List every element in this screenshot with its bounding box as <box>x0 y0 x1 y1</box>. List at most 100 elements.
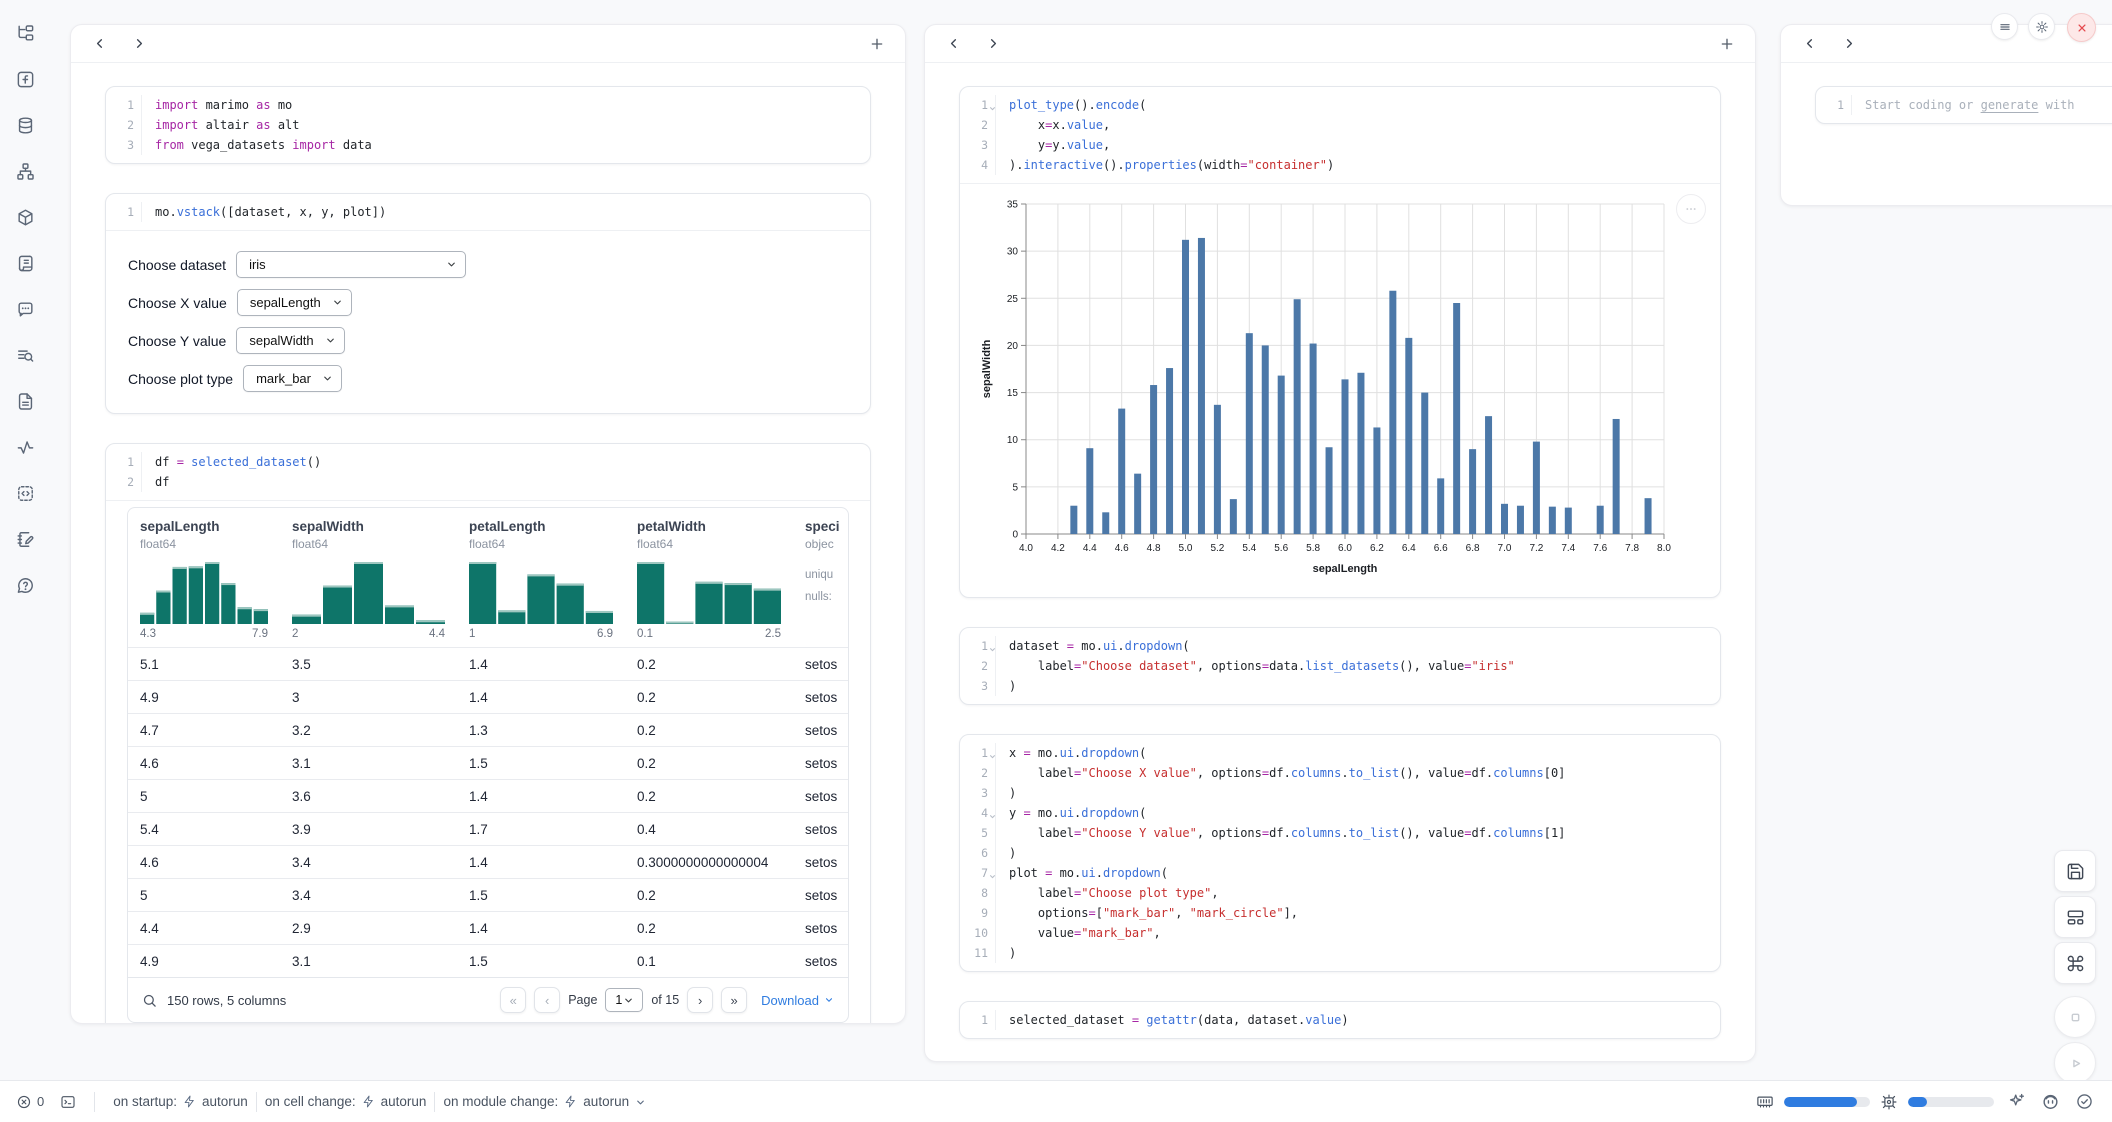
table-row[interactable]: 4.931.40.2setos <box>128 680 848 713</box>
layout-toggle-button[interactable] <box>2054 896 2096 938</box>
line-number: 1 <box>106 95 142 115</box>
column-collapse-right-button[interactable] <box>127 32 151 56</box>
next-page-button[interactable]: › <box>687 987 713 1013</box>
table-header-row: sepalLengthfloat644.37.9sepalWidthfloat6… <box>128 508 848 647</box>
code-line: 2import altair as alt <box>106 115 870 135</box>
search-icon[interactable] <box>142 993 157 1008</box>
errors-indicator[interactable]: 0 <box>16 1094 44 1110</box>
cell-output: Choose datasetirisChoose X valuesepalLen… <box>106 230 870 413</box>
add-cell-button[interactable] <box>865 32 889 56</box>
altair-bar-chart[interactable]: 4.04.24.44.64.85.05.25.45.65.86.06.26.46… <box>980 192 1680 580</box>
file-tree-icon[interactable] <box>10 18 40 48</box>
fold-chevron-icon[interactable] <box>988 640 997 649</box>
table-column-header[interactable]: sepalLengthfloat644.37.9 <box>128 519 280 640</box>
database-icon[interactable] <box>10 110 40 140</box>
code-editor[interactable]: 1plot_type().encode(2 x=x.value,3 y=y.va… <box>960 87 1720 183</box>
table-row[interactable]: 53.41.50.2setos <box>128 878 848 911</box>
notebook-pen-icon[interactable] <box>10 524 40 554</box>
save-button[interactable] <box>2054 850 2096 892</box>
settings-button[interactable] <box>2028 13 2055 40</box>
table-row[interactable]: 5.13.51.40.2setos <box>128 647 848 680</box>
terminal-button[interactable] <box>60 1094 76 1110</box>
chart-actions-button[interactable] <box>1676 194 1706 224</box>
chatbot-icon[interactable] <box>10 294 40 324</box>
table-row[interactable]: 4.42.91.40.2setos <box>128 911 848 944</box>
table-cell: 2.9 <box>280 921 457 936</box>
table-row[interactable]: 4.63.41.40.3000000000000004setos <box>128 845 848 878</box>
table-row[interactable]: 4.63.11.50.2setos <box>128 746 848 779</box>
fold-chevron-icon[interactable] <box>988 747 997 756</box>
fold-chevron-icon[interactable] <box>988 867 997 876</box>
table-row[interactable]: 53.61.40.2setos <box>128 779 848 812</box>
menu-button[interactable] <box>1991 13 2018 40</box>
fold-chevron-icon[interactable] <box>988 807 997 816</box>
dropdown-select-choose-x-value[interactable]: sepalLength <box>237 289 352 316</box>
activity-sidebar <box>0 0 50 1080</box>
table-row[interactable]: 4.93.11.50.1setos <box>128 944 848 977</box>
table-cell: 3.4 <box>280 888 457 903</box>
document-icon[interactable] <box>10 386 40 416</box>
column-collapse-right-button[interactable] <box>981 32 1005 56</box>
table-column-header[interactable]: petalWidthfloat640.12.5 <box>625 519 793 640</box>
table-cell: 4.6 <box>128 756 280 771</box>
cell-dataset-dropdown: 1dataset = mo.ui.dropdown(2 label="Choos… <box>959 627 1721 705</box>
first-page-button[interactable]: « <box>500 987 526 1013</box>
code-editor[interactable]: 1import marimo as mo2import altair as al… <box>106 87 870 163</box>
prev-page-button[interactable]: ‹ <box>534 987 560 1013</box>
table-column-header[interactable]: sepalWidthfloat6424.4 <box>280 519 457 640</box>
code-editor[interactable]: 1x = mo.ui.dropdown(2 label="Choose X va… <box>960 735 1720 971</box>
code-line: 4y = mo.ui.dropdown( <box>960 803 1720 823</box>
code-editor[interactable]: 1df = selected_dataset()2df <box>106 444 870 500</box>
editor-placeholder[interactable]: Start coding or generate with <box>1852 95 2075 115</box>
code-line: 3 y=y.value, <box>960 135 1720 155</box>
run-button[interactable] <box>2054 1042 2096 1084</box>
page-select[interactable]: 1 <box>605 988 643 1012</box>
help-icon[interactable] <box>10 570 40 600</box>
close-button[interactable] <box>2067 13 2096 42</box>
scroll-icon[interactable] <box>10 248 40 278</box>
fold-chevron-icon[interactable] <box>988 99 997 108</box>
autorun-setting-1[interactable]: on startup:autorun <box>113 1094 248 1109</box>
dropdown-select-choose-y-value[interactable]: sepalWidth <box>236 327 344 354</box>
code-editor[interactable]: 1Start coding or generate with <box>1816 87 2112 123</box>
code-text: import altair as alt <box>142 115 300 135</box>
table-column-header[interactable]: speciobjecuniqunulls: <box>793 519 848 640</box>
line-number: 1 <box>960 743 996 763</box>
workflow-icon[interactable] <box>10 156 40 186</box>
code-line: 1plot_type().encode( <box>960 95 1720 115</box>
code-line: 9 options=["mark_bar", "mark_circle"], <box>960 903 1720 923</box>
dropdown-select-choose-plot-type[interactable]: mark_bar <box>243 365 342 392</box>
svg-text:7.8: 7.8 <box>1625 543 1639 554</box>
column-collapse-left-button[interactable] <box>941 32 965 56</box>
ai-sparkles-button[interactable] <box>2004 1090 2028 1114</box>
last-page-button[interactable]: » <box>721 987 747 1013</box>
autorun-setting-3[interactable]: on module change:autorun <box>443 1094 646 1109</box>
connection-status-button[interactable] <box>2072 1090 2096 1114</box>
code-line: 1import marimo as mo <box>106 95 870 115</box>
search-list-icon[interactable] <box>10 340 40 370</box>
download-button[interactable]: Download <box>761 993 834 1008</box>
stop-button[interactable] <box>2054 996 2096 1038</box>
dropdown-select-choose-dataset[interactable]: iris <box>236 251 466 278</box>
table-row[interactable]: 5.43.91.70.4setos <box>128 812 848 845</box>
code-editor[interactable]: 1mo.vstack([dataset, x, y, plot]) <box>106 194 870 230</box>
snippets-icon[interactable] <box>10 478 40 508</box>
column-collapse-left-button[interactable] <box>87 32 111 56</box>
table-column-header[interactable]: petalLengthfloat6416.9 <box>457 519 625 640</box>
table-cell: 1.7 <box>457 822 625 837</box>
add-cell-button[interactable] <box>1715 32 1739 56</box>
column-collapse-right-button[interactable] <box>1837 32 1861 56</box>
generate-with-ai-link[interactable]: generate <box>1981 98 2039 112</box>
autorun-setting-2[interactable]: on cell change:autorun <box>265 1094 427 1109</box>
code-editor[interactable]: 1selected_dataset = getattr(data, datase… <box>960 1002 1720 1038</box>
command-palette-button[interactable] <box>2054 942 2096 984</box>
activity-icon[interactable] <box>10 432 40 462</box>
function-square-icon[interactable] <box>10 64 40 94</box>
table-cell: setos <box>793 789 848 804</box>
code-editor[interactable]: 1dataset = mo.ui.dropdown(2 label="Choos… <box>960 628 1720 704</box>
copilot-button[interactable] <box>2038 1090 2062 1114</box>
svg-text:5.0: 5.0 <box>1179 543 1193 554</box>
column-collapse-left-button[interactable] <box>1797 32 1821 56</box>
package-icon[interactable] <box>10 202 40 232</box>
table-row[interactable]: 4.73.21.30.2setos <box>128 713 848 746</box>
